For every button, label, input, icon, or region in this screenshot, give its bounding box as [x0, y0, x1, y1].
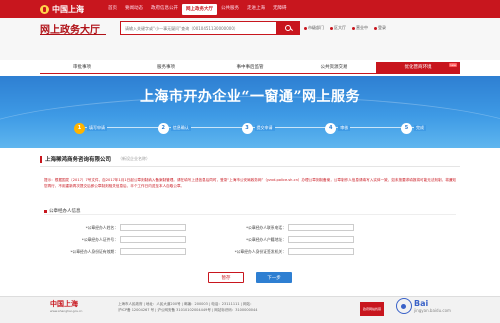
company-name: 上海稀鸿商务咨询有限公司: [45, 157, 112, 163]
step-2: 2 信息确认: [157, 122, 191, 134]
field-label: *公章经办人身份证有效期：: [70, 248, 118, 254]
login-link[interactable]: 登录: [374, 25, 386, 31]
step-3: 3 提交申请: [241, 122, 275, 134]
report-error-badge[interactable]: 政府网站找错: [360, 302, 384, 316]
form-row-id: *公章经办人证件号：: [60, 236, 186, 243]
form-row-phone: *公章经办人联系电话：: [228, 224, 354, 231]
tab-supervision[interactable]: 事中事后监管: [208, 62, 292, 73]
form-row-name: *公章经办人姓名：: [60, 224, 186, 231]
form-row-issuer: *公章经办人身份证签发机关：: [228, 248, 354, 255]
step-1: 1 填写申请: [74, 122, 107, 134]
search-box: [120, 20, 300, 35]
page-title: 网上政务大厅: [40, 21, 106, 36]
footer-info: 上海市人民政府 | 地址：人民大道200号 | 邮编：200003 | 电话：2…: [118, 302, 258, 312]
service-tabs: 审批事项 服务事项 事中事后监管 公共资源交易 优化营商环境 new: [40, 62, 460, 74]
top-nav-item[interactable]: 首页: [104, 0, 121, 18]
loc-business-status[interactable]: 营业中: [352, 25, 368, 31]
location-pin-icon: [304, 26, 307, 30]
loc-district-hall[interactable]: 区大厅: [330, 25, 346, 31]
company-heading: 上海稀鸿商务咨询有限公司 （新设企业名称）: [40, 155, 150, 163]
search-icon: [285, 24, 291, 31]
banner-title: 上海市开办企业“一窗通”网上服务: [139, 89, 361, 105]
field-label: *公章经办人证件号：: [81, 236, 118, 242]
company-subtitle: （新设企业名称）: [118, 156, 151, 161]
watermark: Bai jingyan.baidu.com: [396, 298, 451, 314]
search-input[interactable]: [121, 25, 276, 31]
field-label: *公章经办人户籍地址：: [246, 236, 286, 242]
agent-id-field[interactable]: [120, 236, 186, 243]
tab-services[interactable]: 服务事项: [124, 62, 208, 73]
top-nav-item[interactable]: 要闻动态: [121, 0, 147, 18]
tab-public-resources[interactable]: 公共资源交易: [292, 62, 376, 73]
tab-approval[interactable]: 审批事项: [40, 62, 124, 73]
heading-accent: [40, 155, 42, 163]
logo-text: 中国上海: [52, 3, 84, 14]
tab-business-environment[interactable]: 优化营商环境 new: [376, 62, 460, 73]
form-row-validity: *公章经办人身份证有效期：: [60, 248, 186, 255]
agent-address-field[interactable]: [288, 236, 354, 243]
baidu-paw-icon: [396, 298, 412, 314]
step-5: 5 完成: [401, 122, 426, 134]
hero-banner: 上海市开办企业“一窗通”网上服务 1 填写申请 2 信息确认 3 提交申请 4 审核 5…: [0, 76, 500, 148]
top-nav: 首页 要闻动态 政府信息公开 网上政务大厅 公共服务 走进上海 无障碍: [104, 0, 291, 18]
section-marker: [44, 209, 47, 213]
field-label: *公章经办人姓名：: [85, 224, 118, 230]
agent-name-field[interactable]: [120, 224, 186, 231]
step-4: 4 审核: [325, 122, 351, 134]
divider: [40, 166, 460, 167]
agent-id-issuer-field[interactable]: [288, 248, 354, 255]
field-label: *公章经办人联系电话：: [246, 224, 286, 230]
field-label: *公章经办人身份证签发机关：: [234, 248, 286, 254]
search-button[interactable]: [276, 20, 300, 35]
top-nav-item[interactable]: 走进上海: [243, 0, 269, 18]
top-nav-item[interactable]: 政府信息公开: [147, 0, 182, 18]
location-pin-icon: [330, 26, 333, 30]
section-divider: [44, 214, 456, 215]
next-step-button[interactable]: 下一步: [256, 272, 292, 283]
user-icon: [374, 26, 377, 30]
top-bar: 中国上海 首页 要闻动态 政府信息公开 网上政务大厅 公共服务 走进上海 无障碍: [0, 0, 500, 18]
top-nav-item[interactable]: 公共服务: [217, 0, 243, 18]
loc-city-depts[interactable]: 市级部门: [304, 25, 324, 31]
location-pin-icon: [352, 26, 355, 30]
progress-steps: 1 填写申请 2 信息确认 3 提交申请 4 审核 5 完成: [74, 121, 426, 135]
emblem-icon: [40, 4, 49, 14]
notice-text: 提示：根据国发〔2017〕7号文件，自2017年1月1日起公章刻制纳入备案制管理…: [44, 178, 456, 188]
form-row-address: *公章经办人户籍地址：: [228, 236, 354, 243]
location-links: 市级部门 区大厅 营业中 登录: [304, 25, 386, 31]
action-buttons: 暂存 下一步: [0, 272, 500, 283]
agent-phone-field[interactable]: [288, 224, 354, 231]
site-logo[interactable]: 中国上海: [40, 4, 84, 15]
form-panel: [40, 152, 460, 292]
top-nav-item[interactable]: 网上政务大厅: [182, 3, 217, 15]
new-badge: new: [448, 63, 457, 67]
save-draft-button[interactable]: 暂存: [208, 272, 244, 283]
agent-id-validity-field[interactable]: [120, 248, 186, 255]
top-nav-item[interactable]: 无障碍: [269, 0, 291, 18]
footer-logo[interactable]: 中国上海 www.shanghai.gov.cn: [50, 299, 82, 313]
